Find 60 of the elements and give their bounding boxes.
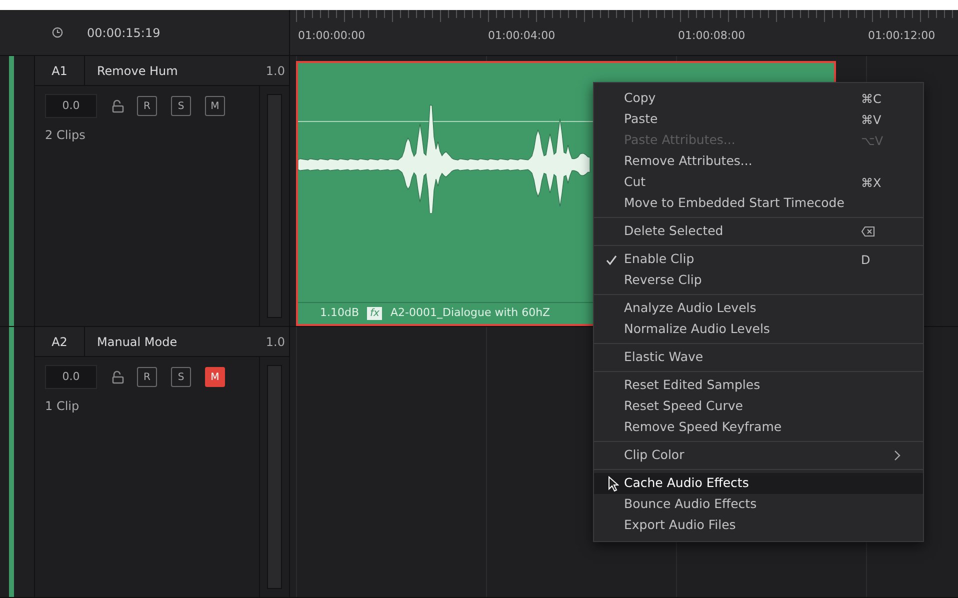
ruler-time-label: 01:00:00:00 bbox=[298, 28, 366, 44]
menu-item-label: Reset Speed Curve bbox=[624, 397, 744, 416]
clip-gain: 1.10dB bbox=[320, 305, 360, 322]
clock-icon bbox=[52, 27, 63, 38]
menu-item[interactable]: Export Audio Files bbox=[594, 515, 923, 536]
lock-icon[interactable] bbox=[111, 99, 125, 113]
timecode: 00:00:15:19 bbox=[87, 24, 160, 42]
menu-item[interactable]: Reset Speed Curve bbox=[594, 396, 923, 417]
lock-icon[interactable] bbox=[111, 370, 125, 384]
menu-item-label: Cache Audio Effects bbox=[624, 474, 750, 492]
menu-item[interactable]: Clip Color bbox=[594, 445, 923, 466]
backspace-icon bbox=[861, 226, 875, 237]
volume-field[interactable]: 0.0 bbox=[45, 94, 97, 118]
volume-field[interactable]: 0.0 bbox=[45, 365, 97, 389]
menu-item[interactable]: Reset Edited Samples bbox=[594, 375, 923, 396]
chevron-right-icon bbox=[894, 450, 901, 461]
menu-item-label: Enable Clip bbox=[624, 250, 696, 268]
menu-item-label: Elastic Wave bbox=[624, 348, 704, 366]
ruler-time-label: 01:00:12:00 bbox=[868, 28, 936, 44]
menu-item-label: Bounce Audio Effects bbox=[624, 495, 758, 514]
menu-item-label: Paste bbox=[624, 110, 659, 128]
timeline-ruler[interactable]: 01:00:00:00 01:00:04:00 01:00:08:00 01:00:12:00 bbox=[290, 10, 958, 55]
mouse-pointer-icon bbox=[608, 476, 619, 492]
track-id: A2 bbox=[35, 327, 85, 356]
shortcut-label: ⌘V bbox=[861, 112, 882, 128]
track-name[interactable]: Remove Hum bbox=[85, 62, 266, 80]
ruler-time-label: 01:00:08:00 bbox=[678, 28, 746, 44]
clip-count: 1 Clip bbox=[45, 398, 80, 415]
track-toggle-button[interactable]: R bbox=[137, 367, 157, 387]
shortcut-label: D bbox=[861, 252, 872, 268]
track-toggle-button[interactable]: M bbox=[205, 96, 225, 116]
clip-count: 2 Clips bbox=[45, 127, 86, 144]
track-toggle-button[interactable]: R bbox=[137, 96, 157, 116]
ruler-time-label: 01:00:04:00 bbox=[488, 28, 556, 44]
menu-item-label: Export Audio Files bbox=[624, 516, 737, 534]
menu-item-label: Delete Selected bbox=[624, 222, 724, 240]
shortcut-label: ⌘C bbox=[861, 90, 882, 108]
menu-item-label: Reverse Clip bbox=[624, 271, 703, 290]
menu-item-label: Cut bbox=[624, 173, 647, 192]
menu-item-label: Remove Attributes... bbox=[624, 152, 754, 170]
menu-item[interactable]: Remove Speed Keyframe bbox=[594, 417, 923, 438]
menu-item[interactable]: Elastic Wave bbox=[594, 347, 923, 368]
menu-item-label: Reset Edited Samples bbox=[624, 376, 762, 394]
menu-item-label: Clip Color bbox=[624, 446, 686, 464]
track-id: A1 bbox=[35, 56, 85, 85]
track-toggle-button[interactable]: S bbox=[171, 96, 191, 116]
track-level: 1.0 bbox=[266, 62, 286, 80]
track-name[interactable]: Manual Mode bbox=[85, 332, 266, 350]
menu-item[interactable]: Bounce Audio Effects bbox=[594, 494, 923, 515]
track-level: 1.0 bbox=[266, 334, 286, 350]
menu-item-label: Copy bbox=[624, 89, 657, 108]
menu-item-label: Analyze Audio Levels bbox=[624, 299, 758, 318]
shortcut-label: ⌘X bbox=[861, 174, 882, 192]
checkmark-icon bbox=[606, 254, 617, 264]
menu-item[interactable]: Cache Audio Effects bbox=[594, 473, 923, 494]
track-toggle-button[interactable]: M bbox=[205, 367, 225, 387]
fx-badge: fx bbox=[367, 307, 382, 320]
track-toggle-button[interactable]: S bbox=[171, 367, 191, 387]
clip-name: A2-0001_Dialogue with 60hZ bbox=[390, 305, 550, 322]
menu-item-label: Remove Speed Keyframe bbox=[624, 418, 783, 436]
